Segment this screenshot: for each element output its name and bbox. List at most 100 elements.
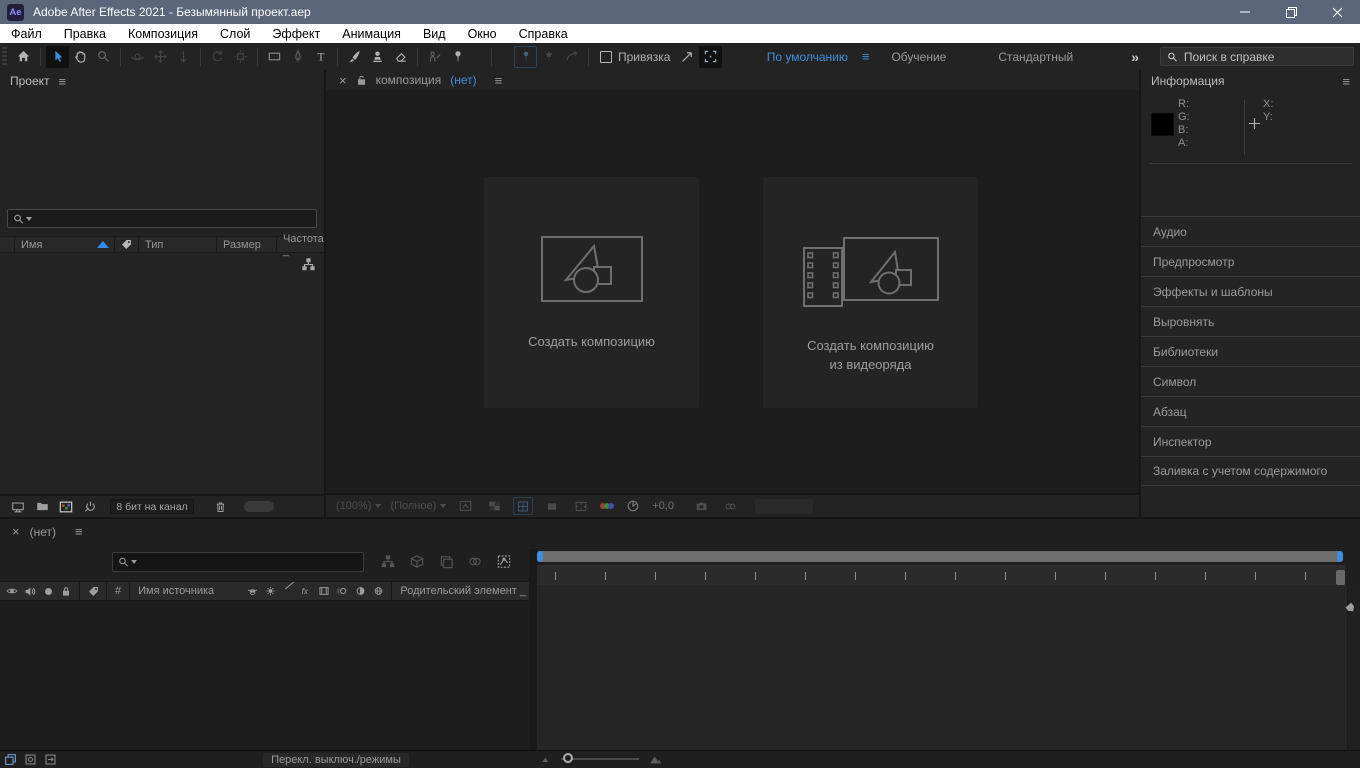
label-tag-icon[interactable] bbox=[85, 585, 101, 598]
roto-brush-tool-icon[interactable] bbox=[423, 46, 446, 68]
panel-tab-libraries[interactable]: Библиотеки bbox=[1141, 336, 1360, 366]
panel-tab-character[interactable]: Символ bbox=[1141, 366, 1360, 396]
track-area[interactable] bbox=[537, 585, 1360, 750]
exposure-icon[interactable] bbox=[623, 497, 643, 515]
puppet-pin-tool-icon[interactable] bbox=[446, 46, 469, 68]
layer-switches-pane-icon[interactable] bbox=[4, 753, 17, 766]
transparency-grid-icon[interactable] bbox=[484, 497, 504, 515]
workspace-overflow-icon[interactable]: » bbox=[1131, 49, 1138, 65]
adjustment-layer-icon[interactable] bbox=[352, 585, 368, 597]
lock-icon[interactable] bbox=[58, 585, 74, 598]
magnification-dropdown[interactable]: (100%) bbox=[336, 500, 381, 512]
menu-effect[interactable]: Эффект bbox=[261, 27, 331, 41]
column-name[interactable]: Имя bbox=[14, 237, 114, 252]
timeline-search-input[interactable] bbox=[137, 555, 358, 569]
dolly-camera-tool-icon[interactable] bbox=[172, 46, 195, 68]
tab-close-icon[interactable]: × bbox=[12, 524, 20, 539]
snapshot-camera-icon[interactable] bbox=[691, 497, 711, 515]
panel-menu-icon[interactable]: ≡ bbox=[495, 73, 503, 88]
composition-tab[interactable]: × композиция (нет) ≡ bbox=[326, 70, 1139, 90]
column-framerate[interactable]: Частота _ bbox=[276, 237, 324, 252]
orbit-camera-tool-icon[interactable] bbox=[126, 46, 149, 68]
panel-menu-icon[interactable]: ≡ bbox=[75, 524, 83, 539]
panel-tab-paragraph[interactable]: Абзац bbox=[1141, 396, 1360, 426]
video-visibility-icon[interactable] bbox=[4, 585, 20, 597]
hand-tool-icon[interactable] bbox=[69, 46, 92, 68]
workspace-learn[interactable]: Обучение bbox=[891, 50, 946, 64]
timeline-tab[interactable]: × (нет) ≡ bbox=[12, 524, 83, 539]
channel-colors-icon[interactable] bbox=[600, 503, 614, 509]
selection-tool-icon[interactable] bbox=[46, 46, 69, 68]
menu-file[interactable]: Файл bbox=[0, 27, 53, 41]
zoom-slider[interactable] bbox=[561, 758, 639, 760]
tab-close-icon[interactable]: × bbox=[339, 73, 347, 88]
project-panel-title[interactable]: Проект bbox=[10, 74, 50, 88]
shy-icon[interactable] bbox=[244, 585, 260, 597]
clone-stamp-tool-icon[interactable] bbox=[366, 46, 389, 68]
mini-flowchart-icon[interactable] bbox=[380, 554, 396, 569]
title-action-safe-icon[interactable] bbox=[571, 497, 591, 515]
puppet-starch-pin-icon[interactable] bbox=[537, 46, 560, 68]
panel-tab-inspector[interactable]: Инспектор bbox=[1141, 426, 1360, 456]
zoom-in-mountain-icon[interactable] bbox=[648, 752, 664, 766]
rectangle-tool-icon[interactable] bbox=[263, 46, 286, 68]
mask-visibility-icon[interactable] bbox=[699, 46, 722, 68]
panel-tab-content-aware-fill[interactable]: Заливка с учетом содержимого bbox=[1141, 456, 1360, 486]
column-label[interactable] bbox=[114, 237, 138, 252]
menu-edit[interactable]: Правка bbox=[53, 27, 117, 41]
draft-3d-icon[interactable] bbox=[409, 554, 425, 569]
pen-tool-icon[interactable] bbox=[286, 46, 309, 68]
solo-icon[interactable] bbox=[40, 588, 56, 595]
zoom-tool-icon[interactable] bbox=[92, 46, 115, 68]
panel-menu-icon[interactable]: ≡ bbox=[1342, 74, 1350, 89]
delete-icon[interactable] bbox=[208, 500, 232, 514]
exposure-value[interactable]: +0,0 bbox=[652, 500, 674, 512]
help-search-box[interactable] bbox=[1160, 47, 1354, 66]
minimize-button[interactable] bbox=[1222, 0, 1268, 24]
unlock-icon[interactable] bbox=[356, 74, 367, 87]
interpret-footage-icon[interactable] bbox=[6, 500, 30, 514]
project-flowchart-icon[interactable] bbox=[301, 257, 316, 272]
new-composition-icon[interactable] bbox=[54, 500, 78, 514]
puppet-bend-pin-icon[interactable] bbox=[560, 46, 583, 68]
rotation-tool-icon[interactable] bbox=[206, 46, 229, 68]
timeline-pane-divider[interactable] bbox=[529, 549, 537, 750]
close-button[interactable] bbox=[1314, 0, 1360, 24]
workspace-default[interactable]: По умолчанию bbox=[767, 50, 848, 64]
menu-view[interactable]: Вид bbox=[412, 27, 457, 41]
menu-animation[interactable]: Анимация bbox=[331, 27, 412, 41]
new-composition-from-footage-card[interactable]: Создать композицию из видеоряда bbox=[763, 177, 978, 408]
frame-blending-icon[interactable] bbox=[467, 554, 483, 569]
layer-list-area[interactable] bbox=[0, 601, 529, 750]
quality-icon[interactable] bbox=[280, 586, 296, 596]
panel-tab-align[interactable]: Выровнять bbox=[1141, 306, 1360, 336]
project-search-input[interactable] bbox=[32, 212, 311, 226]
new-folder-icon[interactable] bbox=[30, 500, 54, 513]
in-out-panes-icon[interactable] bbox=[44, 753, 57, 766]
graph-editor-icon[interactable] bbox=[496, 554, 512, 569]
column-parent-link[interactable]: Родительский элемент _ bbox=[396, 585, 530, 597]
brush-tool-icon[interactable] bbox=[343, 46, 366, 68]
project-search-box[interactable] bbox=[7, 209, 317, 228]
zoom-out-mountain-icon[interactable] bbox=[540, 753, 552, 765]
puppet-position-pin-icon[interactable] bbox=[514, 46, 537, 68]
new-composition-card[interactable]: Создать композицию bbox=[484, 177, 699, 408]
menu-window[interactable]: Окно bbox=[457, 27, 508, 41]
audio-icon[interactable] bbox=[22, 585, 38, 598]
timeline-search-box[interactable] bbox=[112, 552, 364, 572]
workspace-standard[interactable]: Стандартный bbox=[998, 50, 1073, 64]
pan-camera-tool-icon[interactable] bbox=[149, 46, 172, 68]
region-of-interest-icon[interactable] bbox=[542, 497, 562, 515]
snap-checkbox[interactable] bbox=[600, 51, 612, 63]
workspace-menu-icon[interactable]: ≡ bbox=[862, 49, 870, 64]
column-source-name[interactable]: Имя источника bbox=[134, 585, 218, 597]
panel-menu-icon[interactable]: ≡ bbox=[59, 74, 67, 89]
transfer-controls-pane-icon[interactable] bbox=[24, 753, 37, 766]
collapse-transformations-icon[interactable] bbox=[262, 585, 278, 597]
column-size[interactable]: Размер bbox=[216, 237, 276, 252]
frame-blend-icon[interactable] bbox=[316, 585, 332, 597]
resolution-dropdown[interactable]: (Полное) bbox=[390, 500, 446, 512]
panel-tab-effects-presets[interactable]: Эффекты и шаблоны bbox=[1141, 276, 1360, 306]
panel-tab-audio[interactable]: Аудио bbox=[1141, 216, 1360, 246]
eraser-tool-icon[interactable] bbox=[389, 46, 412, 68]
